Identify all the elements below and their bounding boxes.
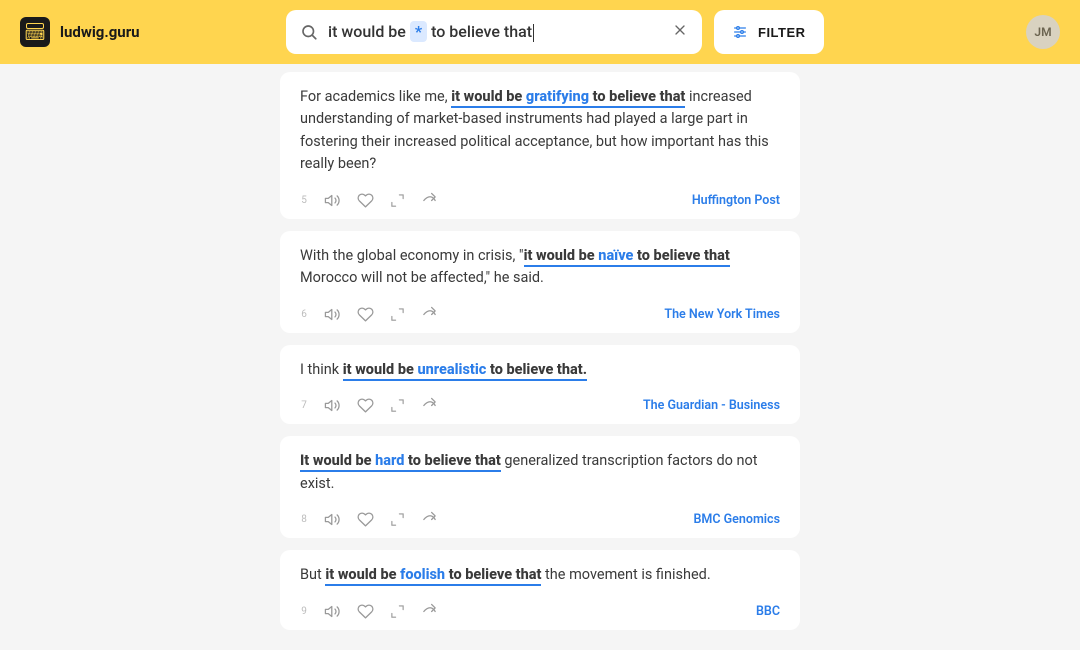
source-link[interactable]: BBC bbox=[756, 604, 780, 619]
speaker-icon[interactable] bbox=[324, 306, 341, 323]
wildcard-token: * bbox=[410, 21, 427, 42]
heart-icon[interactable] bbox=[357, 306, 374, 323]
source-link[interactable]: The Guardian - Business bbox=[643, 398, 780, 413]
share-icon[interactable] bbox=[421, 306, 438, 323]
result-card: It would be hard to believe that general… bbox=[280, 436, 800, 538]
source-link[interactable]: Huffington Post bbox=[692, 193, 780, 208]
source-link[interactable]: The New York Times bbox=[664, 307, 780, 322]
highlight-span: it would be gratifying to believe that bbox=[451, 88, 685, 108]
avatar[interactable]: JM bbox=[1026, 15, 1060, 49]
logo-area[interactable]: ludwig.guru bbox=[20, 17, 270, 47]
share-icon[interactable] bbox=[421, 511, 438, 528]
source-link[interactable]: BMC Genomics bbox=[693, 512, 780, 527]
highlight-span: It would be hard to believe that bbox=[300, 452, 501, 472]
brand-name: ludwig.guru bbox=[60, 23, 140, 41]
filter-icon bbox=[732, 24, 748, 40]
search-input[interactable]: it would be * to believe that bbox=[328, 22, 662, 42]
clear-icon[interactable] bbox=[672, 22, 688, 42]
logo-icon bbox=[20, 17, 50, 47]
result-card: With the global economy in crisis, "it w… bbox=[280, 231, 800, 333]
highlight-span: it would be naïve to believe that bbox=[524, 247, 730, 267]
keyword: hard bbox=[375, 452, 404, 469]
highlight-span: it would be unrealistic to believe that. bbox=[343, 361, 587, 381]
text-cursor bbox=[533, 24, 534, 42]
expand-icon[interactable] bbox=[390, 604, 405, 619]
heart-icon[interactable] bbox=[357, 192, 374, 209]
result-sentence: For academics like me, it would be grati… bbox=[300, 86, 780, 176]
speaker-icon[interactable] bbox=[324, 603, 341, 620]
expand-icon[interactable] bbox=[390, 307, 405, 322]
heart-icon[interactable] bbox=[357, 603, 374, 620]
result-index: 9 bbox=[300, 606, 308, 617]
expand-icon[interactable] bbox=[390, 512, 405, 527]
result-sentence: With the global economy in crisis, "it w… bbox=[300, 245, 780, 290]
result-card: But it would be foolish to believe that … bbox=[280, 550, 800, 629]
search-wrap: it would be * to believe that FILTER bbox=[286, 10, 824, 54]
result-index: 6 bbox=[300, 309, 308, 320]
keyword: naïve bbox=[598, 247, 633, 264]
search-icon bbox=[300, 23, 318, 41]
result-card: I think it would be unrealistic to belie… bbox=[280, 345, 800, 424]
card-footer: 7 The Guardian - Business bbox=[300, 391, 780, 414]
expand-icon[interactable] bbox=[390, 398, 405, 413]
result-sentence: It would be hard to believe that general… bbox=[300, 450, 780, 495]
card-footer: 5 Huffington Post bbox=[300, 186, 780, 209]
result-index: 7 bbox=[300, 400, 308, 411]
filter-button[interactable]: FILTER bbox=[714, 10, 824, 54]
share-icon[interactable] bbox=[421, 192, 438, 209]
result-sentence: But it would be foolish to believe that … bbox=[300, 564, 780, 586]
expand-icon[interactable] bbox=[390, 193, 405, 208]
results-list: For academics like me, it would be grati… bbox=[0, 64, 1080, 650]
result-card: For academics like me, it would be grati… bbox=[280, 72, 800, 219]
share-icon[interactable] bbox=[421, 603, 438, 620]
result-sentence: I think it would be unrealistic to belie… bbox=[300, 359, 780, 381]
speaker-icon[interactable] bbox=[324, 192, 341, 209]
card-footer: 8 BMC Genomics bbox=[300, 505, 780, 528]
highlight-span: it would be foolish to believe that bbox=[325, 566, 541, 586]
heart-icon[interactable] bbox=[357, 397, 374, 414]
header: ludwig.guru it would be * to believe tha… bbox=[0, 0, 1080, 64]
speaker-icon[interactable] bbox=[324, 397, 341, 414]
card-footer: 6 The New York Times bbox=[300, 300, 780, 323]
heart-icon[interactable] bbox=[357, 511, 374, 528]
speaker-icon[interactable] bbox=[324, 511, 341, 528]
result-index: 5 bbox=[300, 195, 308, 206]
keyword: gratifying bbox=[526, 88, 589, 105]
search-box[interactable]: it would be * to believe that bbox=[286, 10, 702, 54]
filter-label: FILTER bbox=[758, 25, 806, 40]
result-index: 8 bbox=[300, 514, 308, 525]
card-footer: 9 BBC bbox=[300, 597, 780, 620]
keyword: unrealistic bbox=[417, 361, 486, 378]
share-icon[interactable] bbox=[421, 397, 438, 414]
keyword: foolish bbox=[400, 566, 445, 583]
